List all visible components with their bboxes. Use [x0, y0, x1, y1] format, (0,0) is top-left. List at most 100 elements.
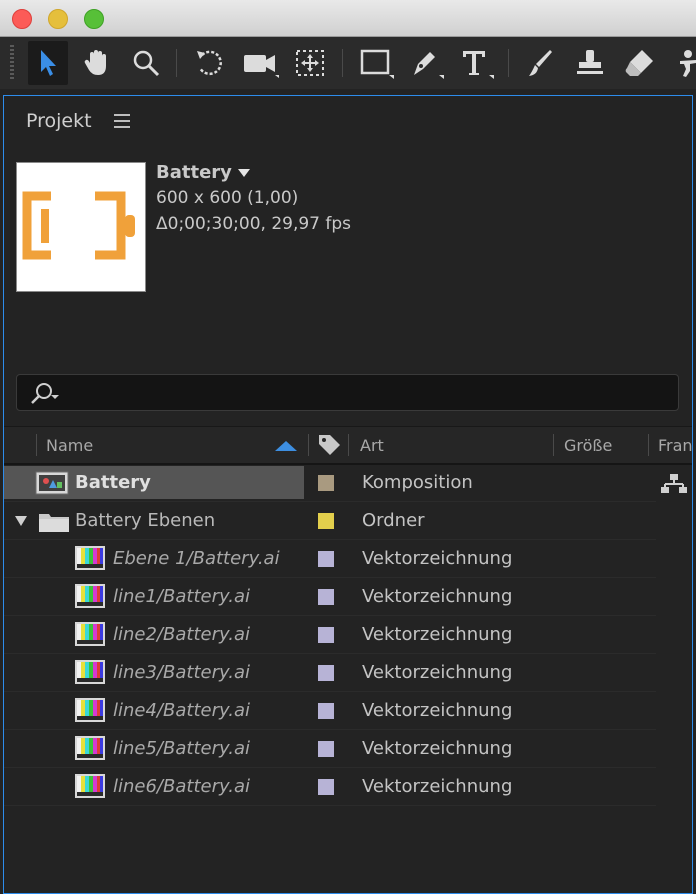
project-item-battery-composition[interactable]: Battery Komposition [4, 464, 692, 502]
window-close-button[interactable] [12, 9, 32, 29]
folder-expand-toggle[interactable] [15, 516, 27, 526]
selected-item-duration: Δ0;00;30;00, 29,97 fps [156, 214, 352, 234]
item-name: line4/Battery.ai [113, 700, 250, 721]
item-type: Vektorzeichnung [362, 700, 513, 721]
zoom-tool[interactable] [126, 41, 166, 85]
footage-icon [75, 736, 105, 760]
brush-tool-icon [529, 50, 552, 76]
item-type: Komposition [362, 472, 473, 493]
type-tool-icon [463, 51, 494, 79]
column-header-type[interactable]: Art [360, 436, 384, 455]
camera-tool[interactable] [240, 41, 280, 85]
flowchart-icon[interactable] [660, 472, 688, 496]
footage-icon [75, 584, 105, 608]
project-item-footage[interactable]: line2/Battery.ai Vektorzeichnung [4, 616, 692, 654]
eraser-tool-icon [625, 50, 653, 76]
selection-tool[interactable] [28, 41, 68, 85]
zoom-tool-icon [133, 50, 160, 77]
item-type: Vektorzeichnung [362, 586, 513, 607]
rectangle-tool-icon [360, 49, 394, 79]
item-type: Vektorzeichnung [362, 776, 513, 797]
project-item-footage[interactable]: line1/Battery.ai Vektorzeichnung [4, 578, 692, 616]
search-input[interactable] [67, 381, 661, 405]
pen-tool[interactable] [406, 41, 446, 85]
hand-tool-icon [84, 50, 106, 75]
toolbar-grip[interactable] [10, 45, 14, 81]
project-item-footage[interactable]: line3/Battery.ai Vektorzeichnung [4, 654, 692, 692]
project-item-footage[interactable]: line4/Battery.ai Vektorzeichnung [4, 692, 692, 730]
project-item-footage[interactable]: line6/Battery.ai Vektorzeichnung [4, 768, 692, 806]
composition-icon [35, 471, 69, 495]
label-tag-icon [319, 435, 340, 455]
footage-icon [75, 660, 105, 684]
item-type: Vektorzeichnung [362, 662, 513, 683]
rectangle-tool[interactable] [356, 41, 396, 85]
window-zoom-button[interactable] [84, 9, 104, 29]
tools-bar [0, 37, 696, 89]
label-color-swatch[interactable] [318, 741, 334, 757]
type-tool[interactable] [456, 41, 496, 85]
pan-behind-tool-icon [296, 50, 324, 76]
column-header-frame[interactable]: Fran [658, 436, 692, 455]
panel-menu-icon[interactable] [114, 114, 130, 128]
rotation-tool-icon [197, 50, 222, 76]
sort-ascending-icon[interactable] [275, 441, 297, 451]
usage-dropdown-icon[interactable] [237, 169, 250, 177]
item-type: Vektorzeichnung [362, 548, 513, 569]
item-type: Ordner [362, 510, 425, 531]
window-minimize-button[interactable] [48, 9, 68, 29]
label-color-swatch[interactable] [318, 551, 334, 567]
toolbar-separator [176, 49, 177, 77]
project-item-folder[interactable]: Battery Ebenen Ordner [4, 502, 692, 540]
puppet-tool-icon [680, 50, 696, 77]
label-color-swatch[interactable] [318, 779, 334, 795]
item-name: line2/Battery.ai [113, 624, 250, 645]
label-color-swatch[interactable] [318, 665, 334, 681]
window-title-bar [0, 0, 696, 37]
pen-tool-icon [414, 52, 444, 79]
hand-tool[interactable] [76, 41, 116, 85]
clone-stamp-tool-icon [577, 50, 603, 74]
clone-stamp-tool[interactable] [570, 41, 610, 85]
column-header-bar: Name Art Größe Fran [4, 426, 692, 465]
project-search-field[interactable] [16, 374, 679, 411]
project-panel: Projekt Battery 600 x 600 (1,00) Δ0;00;3… [3, 95, 693, 894]
composition-thumbnail [16, 162, 146, 292]
selected-item-name: Battery [156, 162, 250, 183]
item-type: Vektorzeichnung [362, 624, 513, 645]
label-color-swatch[interactable] [318, 703, 334, 719]
eraser-tool[interactable] [620, 41, 660, 85]
selection-tool-icon [41, 50, 56, 76]
label-color-swatch[interactable] [318, 627, 334, 643]
footage-icon [75, 698, 105, 722]
search-icon[interactable] [27, 381, 63, 405]
item-name: Battery Ebenen [75, 510, 216, 531]
column-header-name[interactable]: Name [46, 436, 93, 455]
item-name: line3/Battery.ai [113, 662, 250, 683]
item-name: line6/Battery.ai [113, 776, 250, 797]
label-color-swatch[interactable] [318, 589, 334, 605]
project-item-footage[interactable]: line5/Battery.ai Vektorzeichnung [4, 730, 692, 768]
footage-icon [75, 546, 105, 570]
item-name: line5/Battery.ai [113, 738, 250, 759]
item-name: line1/Battery.ai [113, 586, 250, 607]
footage-icon [75, 774, 105, 798]
toolbar-separator [342, 49, 343, 77]
brush-tool[interactable] [520, 41, 560, 85]
column-header-label[interactable] [316, 432, 342, 462]
panel-title: Projekt [26, 110, 92, 132]
puppet-tool[interactable] [672, 41, 696, 85]
toolbar-separator [508, 49, 509, 77]
selected-item-dimensions: 600 x 600 (1,00) [156, 188, 299, 208]
label-color-swatch[interactable] [318, 475, 334, 491]
item-name: Ebene 1/Battery.ai [113, 548, 280, 569]
rotation-tool[interactable] [190, 41, 230, 85]
item-type: Vektorzeichnung [362, 738, 513, 759]
label-color-swatch[interactable] [318, 513, 334, 529]
footage-icon [75, 622, 105, 646]
camera-tool-icon [244, 55, 279, 78]
item-name: Battery [75, 472, 151, 493]
project-item-footage[interactable]: Ebene 1/Battery.ai Vektorzeichnung [4, 540, 692, 578]
pan-behind-tool[interactable] [290, 41, 330, 85]
column-header-size[interactable]: Größe [564, 436, 612, 455]
